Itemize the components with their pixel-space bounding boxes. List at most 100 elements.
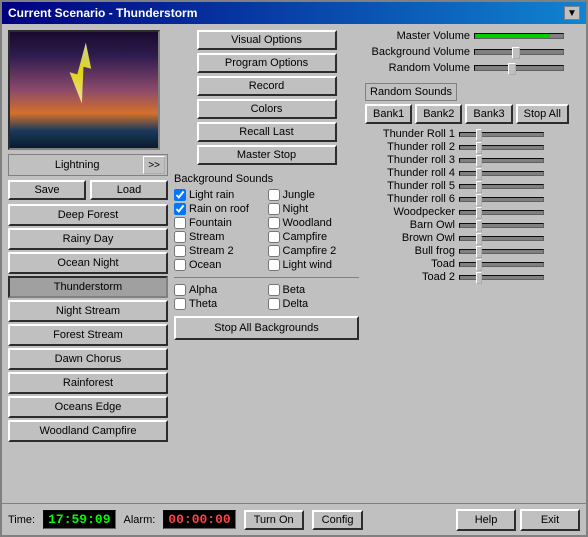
sound-checkbox[interactable] [174,203,186,215]
help-button[interactable]: Help [456,509,516,531]
sound-checkbox[interactable] [174,217,186,229]
random-volume-row: Random Volume [365,62,580,74]
sounds-list: Thunder Roll 1Thunder roll 2Thunder roll… [365,128,580,283]
random-sound-thumb[interactable] [476,246,482,258]
scenario-item[interactable]: Forest Stream [8,324,168,346]
recall-last-button[interactable]: Recall Last [197,122,337,142]
wave-checkbox[interactable] [174,284,186,296]
volume-section: Master Volume Background Volume Random V… [365,30,580,74]
bank-button[interactable]: Bank3 [465,104,512,124]
left-panel: Lightning >> Save Load Deep ForestRainy … [8,30,168,497]
random-sound-thumb[interactable] [476,129,482,141]
random-sound-slider[interactable] [459,145,544,150]
bank-button[interactable]: Bank2 [415,104,462,124]
preview-nav-button[interactable]: >> [143,156,165,174]
random-sound-thumb[interactable] [476,220,482,232]
sound-checkbox[interactable] [174,259,186,271]
random-sound-thumb[interactable] [476,207,482,219]
wave-label: Delta [283,298,309,310]
save-button[interactable]: Save [8,180,86,200]
random-sound-slider[interactable] [459,262,544,267]
random-sound-slider[interactable] [459,184,544,189]
bottom-bar: Time: 17:59:09 Alarm: 00:00:00 Turn On C… [2,503,586,535]
sound-label: Light wind [283,259,333,271]
scenario-item[interactable]: Ocean Night [8,252,168,274]
background-sounds-section: Background Sounds Light rainJungleRain o… [174,173,359,340]
random-sound-slider[interactable] [459,132,544,137]
random-sound-slider[interactable] [459,275,544,280]
random-sound-row: Brown Owl [365,232,580,244]
options-buttons: Visual Options Program Options Record Co… [174,30,359,165]
sound-checkbox[interactable] [268,245,280,257]
wave-checkbox[interactable] [268,298,280,310]
random-sound-thumb[interactable] [476,272,482,284]
scenario-item[interactable]: Night Stream [8,300,168,322]
sound-checkbox[interactable] [268,203,280,215]
sound-checkbox[interactable] [174,189,186,201]
random-sound-row: Toad 2 [365,271,580,283]
wave-checkbox[interactable] [174,298,186,310]
sound-checkbox[interactable] [268,189,280,201]
wave-checkbox[interactable] [268,284,280,296]
random-sound-row: Thunder Roll 1 [365,128,580,140]
config-button[interactable]: Config [312,510,364,530]
random-volume-thumb[interactable] [508,63,516,75]
bank-button[interactable]: Bank1 [365,104,412,124]
scenario-item[interactable]: Rainy Day [8,228,168,250]
background-volume-slider[interactable] [474,49,564,55]
sound-checkbox[interactable] [174,231,186,243]
sound-checkbox[interactable] [268,231,280,243]
random-sound-thumb[interactable] [476,142,482,154]
sound-checkbox[interactable] [174,245,186,257]
background-volume-thumb[interactable] [512,47,520,59]
random-sound-thumb[interactable] [476,168,482,180]
master-volume-row: Master Volume [365,30,580,42]
program-options-button[interactable]: Program Options [197,53,337,73]
scenario-item[interactable]: Dawn Chorus [8,348,168,370]
stop-all-backgrounds-button[interactable]: Stop All Backgrounds [174,316,359,340]
sound-checkbox[interactable] [268,259,280,271]
random-sound-slider[interactable] [459,236,544,241]
scenario-item[interactable]: Rainforest [8,372,168,394]
random-sound-name: Thunder roll 6 [365,193,455,205]
master-volume-slider[interactable] [474,33,564,39]
minimize-button[interactable]: ▼ [564,6,580,20]
random-sound-thumb[interactable] [476,155,482,167]
random-sound-slider[interactable] [459,158,544,163]
scenario-item[interactable]: Thunderstorm [8,276,168,298]
window-title: Current Scenario - Thunderstorm [8,6,197,20]
random-sound-thumb[interactable] [476,233,482,245]
load-button[interactable]: Load [90,180,168,200]
visual-options-button[interactable]: Visual Options [197,30,337,50]
sound-checkbox-item: Light wind [268,259,360,271]
preview-label: Lightning [11,159,143,171]
sound-checkbox-item: Night [268,203,360,215]
master-stop-button[interactable]: Master Stop [197,145,337,165]
random-sound-slider[interactable] [459,223,544,228]
wave-label: Theta [189,298,217,310]
background-volume-label: Background Volume [365,46,470,58]
scenario-item[interactable]: Deep Forest [8,204,168,226]
background-sounds-label: Background Sounds [174,173,359,185]
bank-button[interactable]: Stop All [516,104,569,124]
sound-checkbox-item: Stream [174,231,266,243]
random-volume-slider[interactable] [474,65,564,71]
random-sound-thumb[interactable] [476,181,482,193]
sound-checkbox-item: Campfire 2 [268,245,360,257]
random-sound-row: Bull frog [365,245,580,257]
random-sound-thumb[interactable] [476,259,482,271]
random-sound-thumb[interactable] [476,194,482,206]
scenario-item[interactable]: Woodland Campfire [8,420,168,442]
random-sound-slider[interactable] [459,249,544,254]
turn-on-button[interactable]: Turn On [244,510,304,530]
random-sound-slider[interactable] [459,210,544,215]
sound-checkbox[interactable] [268,217,280,229]
bank-buttons: Bank1Bank2Bank3Stop All [365,104,580,124]
colors-button[interactable]: Colors [197,99,337,119]
random-sound-slider[interactable] [459,197,544,202]
scenario-item[interactable]: Oceans Edge [8,396,168,418]
record-button[interactable]: Record [197,76,337,96]
exit-button[interactable]: Exit [520,509,580,531]
sound-checkbox-item: Campfire [268,231,360,243]
random-sound-slider[interactable] [459,171,544,176]
